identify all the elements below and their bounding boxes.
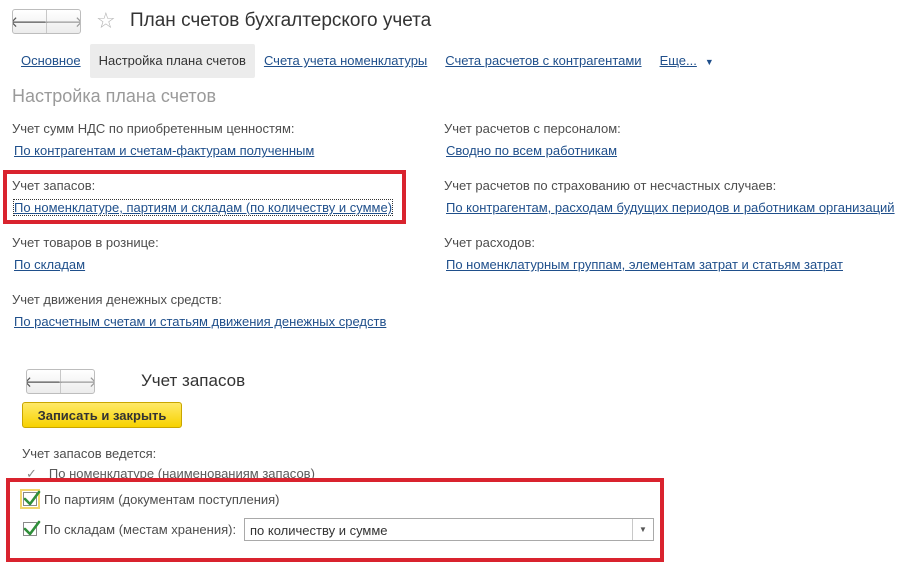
dialog-back-button[interactable]: 🡐 — [27, 370, 64, 393]
tab-nomenclature-accounts[interactable]: Счета учета номенклатуры — [255, 44, 436, 78]
window-title: План счетов бухгалтерского учета — [130, 10, 432, 31]
highlight-box-checkboxes — [6, 478, 664, 562]
tab-main[interactable]: Основное — [12, 44, 90, 78]
cash-flow-label: Учет движения денежных средств: — [12, 292, 222, 307]
section-title: Настройка плана счетов — [12, 86, 217, 106]
chevron-down-icon: ▼ — [704, 57, 714, 67]
tab-more[interactable]: Еще... ▼ — [651, 44, 723, 78]
forward-button[interactable]: 🡒 — [43, 10, 81, 33]
back-button[interactable]: 🡐 — [13, 10, 50, 33]
cash-flow-link[interactable]: По расчетным счетам и статьям движения д… — [14, 314, 386, 329]
maintained-label: Учет запасов ведется: — [22, 446, 157, 461]
tab-chart-settings[interactable]: Настройка плана счетов — [89, 44, 255, 78]
expenses-label: Учет расходов: — [444, 235, 535, 250]
retail-link[interactable]: По складам — [14, 257, 85, 272]
personnel-link[interactable]: Сводно по всем работникам — [446, 143, 617, 158]
arrow-right-icon: 🡒 — [43, 14, 81, 31]
vat-label: Учет сумм НДС по приобретенным ценностям… — [12, 121, 295, 136]
tab-bar: Основное Настройка плана счетов Счета уч… — [12, 44, 723, 78]
insurance-label: Учет расчетов по страхованию от несчастн… — [444, 178, 777, 193]
nav-buttons: 🡐 🡒 — [12, 9, 81, 34]
save-and-close-button[interactable]: Записать и закрыть — [22, 402, 182, 428]
star-icon[interactable]: ☆ — [96, 9, 116, 33]
personnel-label: Учет расчетов с персоналом: — [444, 121, 621, 136]
vat-link[interactable]: По контрагентам и счетам-фактурам получе… — [14, 143, 314, 158]
arrow-right-icon: 🡒 — [57, 374, 95, 391]
retail-label: Учет товаров в рознице: — [12, 235, 159, 250]
insurance-link[interactable]: По контрагентам, расходам будущих период… — [446, 200, 895, 215]
dialog-nav-buttons: 🡐 🡒 — [26, 369, 95, 394]
more-label: Еще... — [659, 53, 697, 68]
tab-counterparty-accounts[interactable]: Счета расчетов с контрагентами — [436, 44, 650, 78]
dialog-title: Учет запасов — [141, 371, 246, 390]
dialog-forward-button[interactable]: 🡒 — [57, 370, 95, 393]
highlight-box-inventory — [3, 170, 406, 224]
expenses-link[interactable]: По номенклатурным группам, элементам зат… — [446, 257, 843, 272]
